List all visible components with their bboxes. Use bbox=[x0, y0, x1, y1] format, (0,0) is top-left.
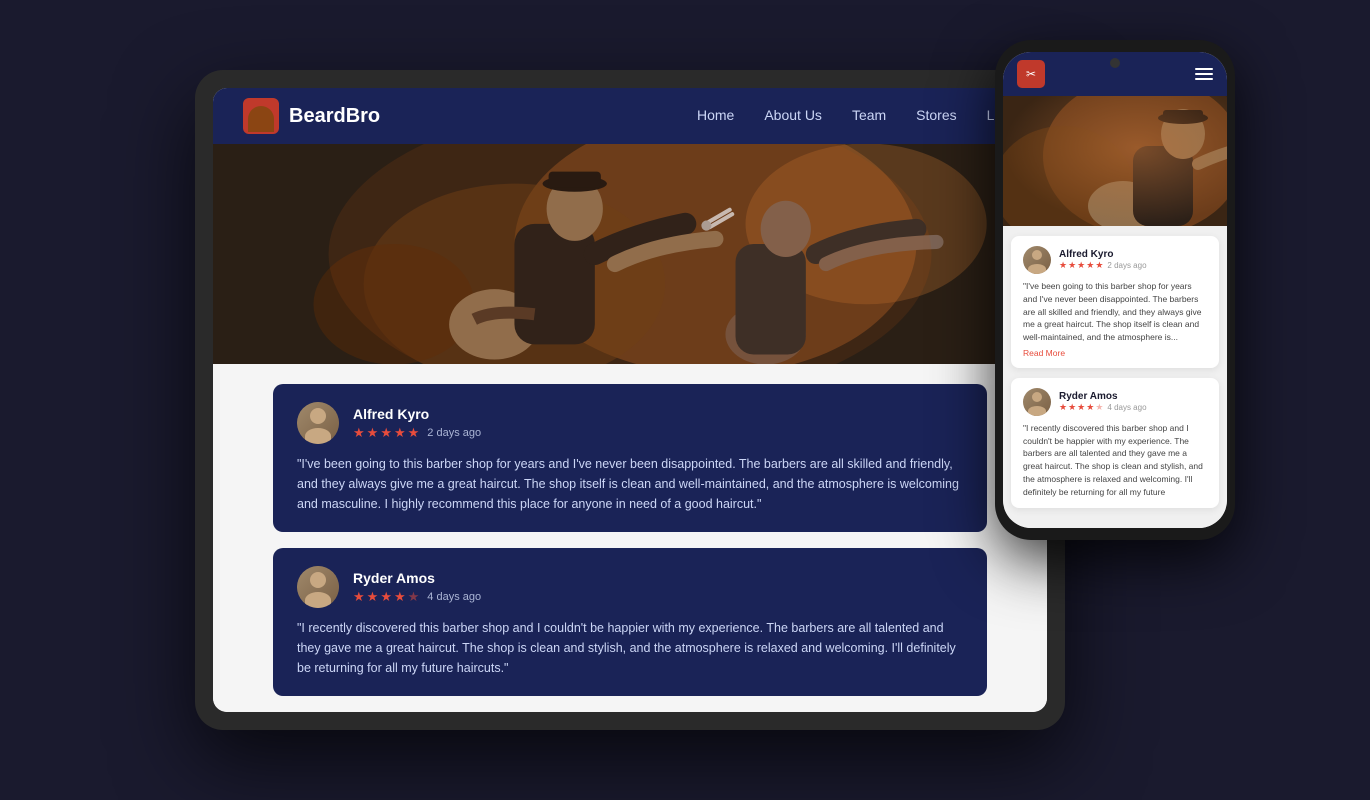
reviewer-name-2: Ryder Amos bbox=[353, 570, 963, 586]
nav-link-team[interactable]: Team bbox=[852, 107, 886, 123]
phone-review-header-2: Ryder Amos ★ ★ ★ ★ ★ 4 days ago bbox=[1023, 388, 1207, 416]
phone-reviewer-info-2: Ryder Amos ★ ★ ★ ★ ★ 4 days ago bbox=[1059, 391, 1147, 413]
review-text-1: "I've been going to this barber shop for… bbox=[297, 454, 963, 514]
phone-reviews: Alfred Kyro ★ ★ ★ ★ ★ 2 days ago bbox=[1003, 226, 1227, 528]
phone-star-1-4: ★ bbox=[1086, 260, 1094, 271]
avatar-alfred bbox=[297, 402, 339, 444]
review-header-1: Alfred Kyro ★ ★ ★ ★ ★ 2 days ago bbox=[297, 402, 963, 444]
reviewer-meta-2: ★ ★ ★ ★ ★ 4 days ago bbox=[353, 589, 963, 605]
phone-star-2-2: ★ bbox=[1068, 402, 1076, 413]
star-1-5: ★ bbox=[408, 425, 420, 441]
review-date-2: 4 days ago bbox=[427, 591, 481, 603]
phone-star-2-5: ★ bbox=[1095, 402, 1103, 413]
phone-reviewer-name-2: Ryder Amos bbox=[1059, 391, 1147, 402]
phone-star-1-1: ★ bbox=[1059, 260, 1067, 271]
hamburger-line-1 bbox=[1195, 68, 1213, 70]
reviewer-info-1: Alfred Kyro ★ ★ ★ ★ ★ 2 days ago bbox=[353, 406, 963, 441]
phone-reviewer-meta-1: ★ ★ ★ ★ ★ 2 days ago bbox=[1059, 260, 1147, 271]
read-more-1[interactable]: Read More bbox=[1023, 348, 1207, 358]
phone-star-1-2: ★ bbox=[1068, 260, 1076, 271]
star-2-1: ★ bbox=[353, 589, 365, 605]
tablet-device: BeardBro Home About Us Team Stores Labs bbox=[195, 70, 1065, 730]
phone-review-text-1: "I've been going to this barber shop for… bbox=[1023, 280, 1207, 344]
phone-avatar-ryder bbox=[1023, 388, 1051, 416]
reviewer-name-1: Alfred Kyro bbox=[353, 406, 963, 422]
star-1-2: ★ bbox=[367, 425, 379, 441]
brand-name: BeardBro bbox=[289, 105, 380, 128]
phone-date-1: 2 days ago bbox=[1107, 261, 1146, 270]
phone-review-card-2: Ryder Amos ★ ★ ★ ★ ★ 4 days ago bbox=[1011, 378, 1219, 509]
review-text-2: "I recently discovered this barber shop … bbox=[297, 618, 963, 678]
phone-star-1-5: ★ bbox=[1095, 260, 1103, 271]
nav-item-home[interactable]: Home bbox=[697, 107, 734, 125]
brand-logo-icon bbox=[243, 98, 279, 134]
phone-reviewer-info-1: Alfred Kyro ★ ★ ★ ★ ★ 2 days ago bbox=[1059, 249, 1147, 271]
phone-hero-overlay bbox=[1003, 96, 1227, 226]
phone-star-2-1: ★ bbox=[1059, 402, 1067, 413]
phone-logo-icon bbox=[1017, 60, 1045, 88]
phone-notch bbox=[1110, 58, 1120, 68]
nav-item-team[interactable]: Team bbox=[852, 107, 886, 125]
star-2-4: ★ bbox=[394, 589, 406, 605]
hero-illustration bbox=[213, 144, 1047, 364]
hamburger-line-3 bbox=[1195, 78, 1213, 80]
phone-star-2-3: ★ bbox=[1077, 402, 1085, 413]
review-card-2: Ryder Amos ★ ★ ★ ★ ★ 4 days ago bbox=[273, 548, 987, 696]
nav-link-home[interactable]: Home bbox=[697, 107, 734, 123]
scene: BeardBro Home About Us Team Stores Labs bbox=[135, 40, 1235, 760]
phone-stars-1: ★ ★ ★ ★ ★ bbox=[1059, 260, 1103, 271]
tablet-screen: BeardBro Home About Us Team Stores Labs bbox=[213, 88, 1047, 712]
hamburger-menu[interactable] bbox=[1195, 68, 1213, 80]
review-date-1: 2 days ago bbox=[427, 427, 481, 439]
nav-link-stores[interactable]: Stores bbox=[916, 107, 956, 123]
avatar-inner-ryder bbox=[297, 566, 339, 608]
review-header-2: Ryder Amos ★ ★ ★ ★ ★ 4 days ago bbox=[297, 566, 963, 608]
navbar: BeardBro Home About Us Team Stores Labs bbox=[213, 88, 1047, 144]
stars-2: ★ ★ ★ ★ ★ bbox=[353, 589, 419, 605]
nav-link-about[interactable]: About Us bbox=[764, 107, 822, 123]
nav-item-about[interactable]: About Us bbox=[764, 107, 822, 125]
phone-avatar-alfred bbox=[1023, 246, 1051, 274]
reviewer-meta-1: ★ ★ ★ ★ ★ 2 days ago bbox=[353, 425, 963, 441]
nav-links: Home About Us Team Stores Labs bbox=[697, 107, 1017, 125]
star-2-5-half: ★ bbox=[408, 589, 420, 605]
phone-star-2-4: ★ bbox=[1086, 402, 1094, 413]
phone-review-text-2: "I recently discovered this barber shop … bbox=[1023, 422, 1207, 499]
phone-star-1-3: ★ bbox=[1077, 260, 1085, 271]
phone-date-2: 4 days ago bbox=[1107, 403, 1146, 412]
phone-reviewer-name-1: Alfred Kyro bbox=[1059, 249, 1147, 260]
brand-logo-inner bbox=[248, 106, 274, 132]
phone-stars-2: ★ ★ ★ ★ ★ bbox=[1059, 402, 1103, 413]
hamburger-line-2 bbox=[1195, 73, 1213, 75]
nav-item-stores[interactable]: Stores bbox=[916, 107, 956, 125]
phone-review-card-1: Alfred Kyro ★ ★ ★ ★ ★ 2 days ago bbox=[1011, 236, 1219, 368]
star-2-2: ★ bbox=[367, 589, 379, 605]
reviews-section: Alfred Kyro ★ ★ ★ ★ ★ 2 days ago bbox=[213, 364, 1047, 712]
brand: BeardBro bbox=[243, 98, 380, 134]
reviewer-info-2: Ryder Amos ★ ★ ★ ★ ★ 4 days ago bbox=[353, 570, 963, 605]
stars-1: ★ ★ ★ ★ ★ bbox=[353, 425, 419, 441]
review-card-1: Alfred Kyro ★ ★ ★ ★ ★ 2 days ago bbox=[273, 384, 987, 532]
phone-hero bbox=[1003, 96, 1227, 226]
phone-screen: Alfred Kyro ★ ★ ★ ★ ★ 2 days ago bbox=[1003, 52, 1227, 528]
star-1-4: ★ bbox=[394, 425, 406, 441]
phone-device: Alfred Kyro ★ ★ ★ ★ ★ 2 days ago bbox=[995, 40, 1235, 540]
hero-image bbox=[213, 144, 1047, 364]
phone-reviewer-meta-2: ★ ★ ★ ★ ★ 4 days ago bbox=[1059, 402, 1147, 413]
star-1-3: ★ bbox=[380, 425, 392, 441]
star-1-1: ★ bbox=[353, 425, 365, 441]
star-2-3: ★ bbox=[380, 589, 392, 605]
avatar-ryder bbox=[297, 566, 339, 608]
phone-review-header-1: Alfred Kyro ★ ★ ★ ★ ★ 2 days ago bbox=[1023, 246, 1207, 274]
avatar-inner-alfred bbox=[297, 402, 339, 444]
